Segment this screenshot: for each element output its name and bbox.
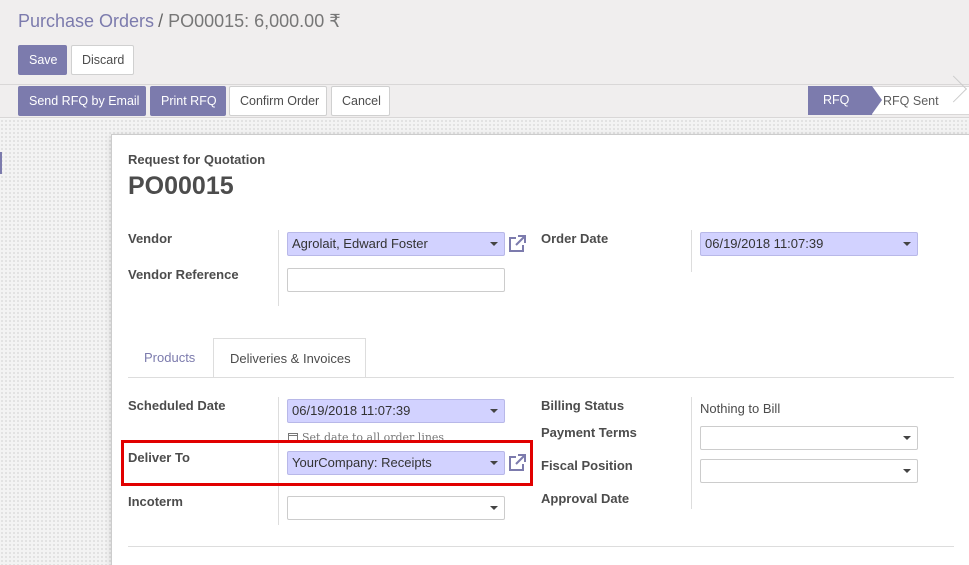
- external-link-icon[interactable]: [507, 234, 527, 254]
- incoterm-select[interactable]: [287, 496, 505, 520]
- field-separator: [691, 230, 692, 272]
- breadcrumb: Purchase Orders / PO00015: 6,000.00 ₹: [18, 11, 341, 32]
- discard-button[interactable]: Discard: [71, 45, 134, 75]
- order-date-label: Order Date: [541, 231, 609, 246]
- status-rfq-sent[interactable]: RFQ Sent: [872, 86, 969, 115]
- order-reference-title: PO00015: [128, 172, 234, 200]
- order-date-value: 06/19/2018 11:07:39: [705, 236, 824, 251]
- billing-status-value: Nothing to Bill: [700, 401, 781, 416]
- vendor-select[interactable]: Agrolait, Edward Foster: [287, 232, 505, 256]
- payment-terms-label: Payment Terms: [541, 425, 637, 440]
- caret-down-icon: [490, 409, 498, 413]
- field-separator: [278, 230, 279, 306]
- tab-products[interactable]: Products: [128, 338, 211, 378]
- fiscal-position-label: Fiscal Position: [541, 458, 633, 473]
- section-divider: [128, 546, 954, 547]
- billing-status-label: Billing Status: [541, 398, 625, 413]
- control-panel: Purchase Orders / PO00015: 6,000.00 ₹ Save…: [0, 0, 969, 118]
- divider: [0, 84, 969, 85]
- side-indicator: [0, 152, 2, 174]
- vendor-reference-label: Vendor Reference: [128, 267, 239, 282]
- fiscal-position-select[interactable]: [700, 459, 918, 483]
- breadcrumb-current: PO00015: 6,000.00 ₹: [168, 11, 341, 31]
- caret-down-icon: [490, 242, 498, 246]
- save-button[interactable]: Save: [18, 45, 67, 75]
- form-subtitle: Request for Quotation: [128, 152, 266, 167]
- confirm-order-button[interactable]: Confirm Order: [229, 86, 327, 116]
- tab-divider: [128, 377, 954, 378]
- caret-down-icon: [903, 242, 911, 246]
- payment-terms-select[interactable]: [700, 426, 918, 450]
- caret-down-icon: [490, 506, 498, 510]
- deliver-to-highlight-box: [121, 440, 533, 486]
- breadcrumb-separator: /: [158, 11, 164, 31]
- tab-deliveries-invoices[interactable]: Deliveries & Invoices: [213, 338, 366, 378]
- order-date-input[interactable]: 06/19/2018 11:07:39: [700, 232, 918, 256]
- cancel-button[interactable]: Cancel: [331, 86, 390, 116]
- vendor-reference-input[interactable]: [287, 268, 505, 292]
- send-rfq-email-button[interactable]: Send RFQ by Email: [18, 86, 146, 116]
- scheduled-date-label: Scheduled Date: [128, 398, 226, 413]
- field-separator: [691, 397, 692, 509]
- status-rfq-active[interactable]: RFQ: [808, 86, 882, 115]
- caret-down-icon: [903, 436, 911, 440]
- incoterm-label: Incoterm: [128, 494, 183, 509]
- vendor-label: Vendor: [128, 231, 173, 246]
- form-sheet: Request for Quotation PO00015 Vendor Ven…: [111, 134, 969, 565]
- approval-date-label: Approval Date: [541, 491, 630, 506]
- scheduled-date-value: 06/19/2018 11:07:39: [292, 403, 411, 418]
- print-rfq-button[interactable]: Print RFQ: [150, 86, 226, 116]
- breadcrumb-parent-link[interactable]: Purchase Orders: [18, 11, 154, 31]
- caret-down-icon: [903, 469, 911, 473]
- scheduled-date-input[interactable]: 06/19/2018 11:07:39: [287, 399, 505, 423]
- vendor-value: Agrolait, Edward Foster: [292, 236, 428, 251]
- status-bar: RFQ Sent RFQ: [808, 86, 969, 115]
